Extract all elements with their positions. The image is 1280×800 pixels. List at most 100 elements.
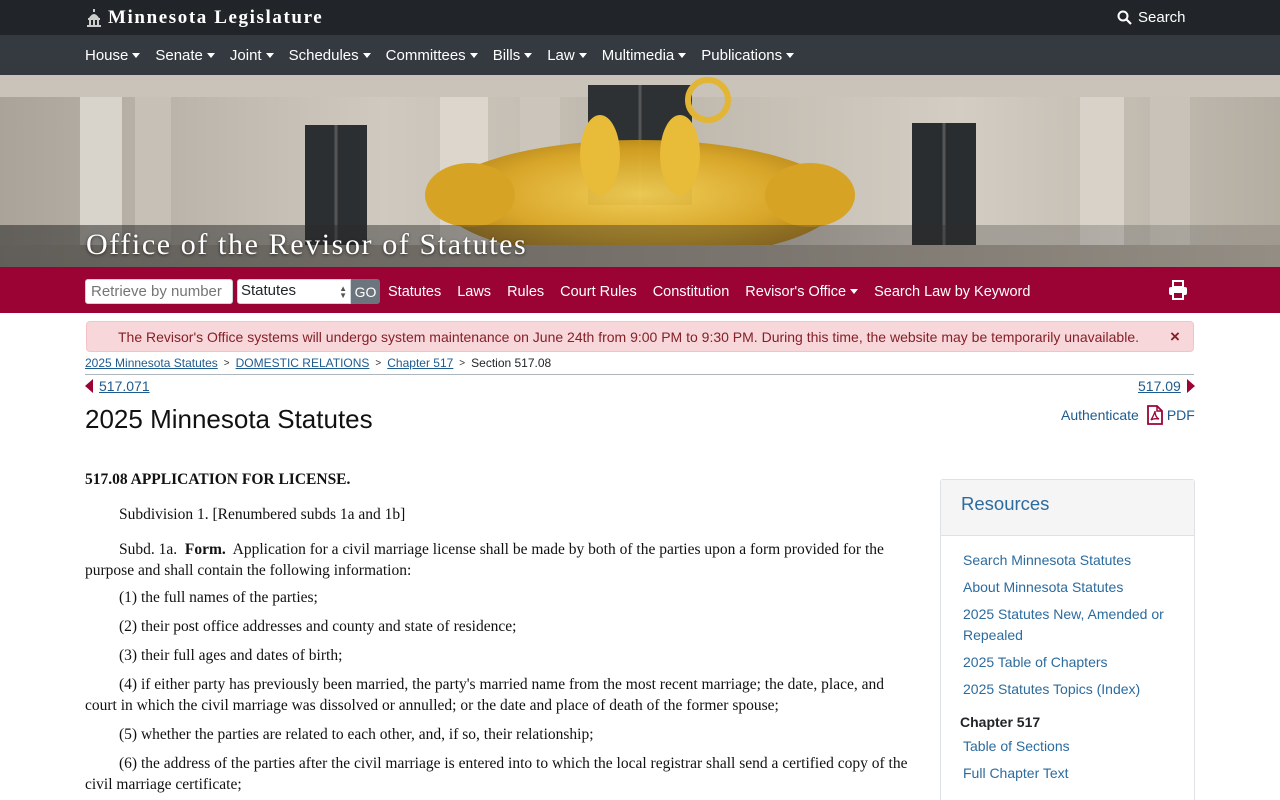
resources-title: Resources (941, 480, 1194, 536)
statute-item: (3) their full ages and dates of birth; (119, 647, 343, 664)
caret-down-icon (578, 52, 587, 58)
resource-link-search[interactable]: Search Minnesota Statutes (963, 550, 1172, 571)
hero-title: Office of the Revisor of Statutes (86, 228, 528, 261)
nav-label: Publications (701, 46, 783, 64)
chapter-heading: Chapter 517 (960, 714, 1041, 730)
nav-label: Multimedia (601, 46, 675, 64)
nav-item-joint[interactable]: Joint (230, 47, 274, 64)
search-icon (1117, 10, 1132, 25)
nav-item-bills[interactable]: Bills (493, 47, 533, 64)
site-brand[interactable]: Minnesota Legislature (86, 6, 323, 30)
capitol-dome-icon (87, 9, 101, 27)
resource-link-about[interactable]: About Minnesota Statutes (963, 577, 1172, 598)
rev-link-label: Revisor's Office (745, 283, 847, 300)
breadcrumb: 2025 Minnesota Statutes > DOMESTIC RELAT… (85, 355, 551, 371)
pdf-file-icon (1146, 405, 1163, 425)
authenticate-link[interactable]: Authenticate (1061, 407, 1139, 423)
section-heading: 517.08 APPLICATION FOR LICENSE. (85, 471, 351, 488)
chevron-right-icon: > (375, 357, 382, 369)
print-icon[interactable] (1168, 280, 1188, 300)
nav-label: Committees (385, 46, 466, 64)
nav-label: Schedules (288, 46, 359, 64)
alert-text: The Revisor's Office systems will underg… (118, 329, 1139, 345)
pdf-link[interactable]: PDF (1146, 405, 1195, 425)
top-bar: Minnesota Legislature Search (0, 0, 1280, 35)
nav-label: Senate (155, 46, 203, 64)
rev-link-court-rules[interactable]: Court Rules (560, 284, 637, 300)
divider (85, 374, 1194, 375)
nav-label: Law (547, 46, 575, 64)
nav-item-schedules[interactable]: Schedules (289, 47, 371, 64)
nav-item-publications[interactable]: Publications (701, 46, 795, 64)
brand-text: Minnesota Legislature (108, 7, 324, 28)
statute-item: (5) whether the parties are related to e… (119, 726, 594, 743)
rev-link-search-law[interactable]: Search Law by Keyword (874, 284, 1030, 300)
arrow-left-icon (85, 379, 93, 393)
rev-link-laws[interactable]: Laws (457, 284, 491, 300)
nav-item-law[interactable]: Law (547, 47, 587, 64)
main-nav: House Senate Joint Schedules Committees … (0, 35, 1280, 75)
statute-text: 517.08 APPLICATION FOR LICENSE. Subdivis… (85, 469, 915, 800)
caret-down-icon (206, 52, 215, 58)
nav-label: Joint (229, 46, 262, 64)
caret-down-icon (362, 52, 371, 58)
caret-down-icon (265, 52, 274, 58)
caret-down-icon (678, 52, 687, 58)
revisor-links: Statutes Laws Rules Court Rules Constitu… (388, 279, 1046, 304)
prev-section-link[interactable]: 517.071 (85, 377, 150, 395)
breadcrumb-item-chapter[interactable]: Chapter 517 (387, 356, 453, 370)
statute-item: (6) the address of the parties after the… (85, 755, 908, 793)
subdivision-1: Subdivision 1. [Renumbered subds 1a and … (119, 506, 406, 523)
resources-panel: Resources Search Minnesota Statutes Abou… (940, 479, 1195, 800)
revisor-bar: Statutes ▲▼ GO Statutes Laws Rules Court… (0, 267, 1280, 313)
page-title: 2025 Minnesota Statutes (85, 404, 373, 434)
statute-type-select[interactable]: Statutes ▲ ▼ (237, 279, 351, 304)
close-icon[interactable]: × (1170, 327, 1180, 347)
breadcrumb-item-statutes[interactable]: 2025 Minnesota Statutes (85, 356, 218, 370)
statute-item: (1) the full names of the parties; (119, 589, 318, 606)
next-section-label: 517.09 (1138, 378, 1181, 394)
document-actions: Authenticate PDF (1061, 404, 1195, 426)
resource-link-topics-index[interactable]: 2025 Statutes Topics (Index) (963, 679, 1172, 700)
resource-link-new-amended[interactable]: 2025 Statutes New, Amended or Repealed (963, 604, 1172, 646)
select-arrows-icon: ▲ ▼ (339, 284, 347, 300)
search-label: Search (1138, 8, 1186, 26)
select-value: Statutes (241, 282, 297, 299)
caret-down-icon (850, 289, 859, 294)
resources-list: Search Minnesota Statutes About Minnesot… (941, 536, 1194, 784)
breadcrumb-item-domestic-relations[interactable]: DOMESTIC RELATIONS (236, 356, 370, 370)
subd-heading: Form. (184, 541, 226, 558)
nav-label: Bills (492, 46, 521, 64)
breadcrumb-current: Section 517.08 (471, 356, 552, 370)
nav-label: House (85, 46, 129, 64)
maintenance-alert: The Revisor's Office systems will underg… (86, 321, 1194, 352)
statute-item: (4) if either party has previously been … (85, 676, 884, 714)
rev-link-rules[interactable]: Rules (507, 284, 544, 300)
rev-link-constitution[interactable]: Constitution (653, 284, 730, 300)
nav-item-house[interactable]: House (85, 46, 141, 64)
pdf-label: PDF (1166, 407, 1195, 423)
statute-item: (2) their post office addresses and coun… (119, 618, 517, 635)
nav-list: House Senate Joint Schedules Committees … (85, 35, 809, 75)
subd-number: Subd. 1a. (119, 541, 178, 558)
nav-item-senate[interactable]: Senate (155, 47, 215, 64)
nav-item-committees[interactable]: Committees (386, 47, 478, 64)
rev-link-statutes[interactable]: Statutes (388, 284, 441, 300)
prev-section-label: 517.071 (99, 378, 150, 394)
caret-down-icon (469, 52, 478, 58)
rev-link-revisors-office[interactable]: Revisor's Office (745, 283, 859, 300)
resource-link-table-of-chapters[interactable]: 2025 Table of Chapters (963, 652, 1172, 673)
subdivision-1a: Subd. 1a. Form. Application for a civil … (85, 539, 915, 581)
chevron-right-icon: > (223, 357, 230, 369)
hero-banner: Office of the Revisor of Statutes (0, 75, 1280, 267)
top-search-button[interactable]: Search (1117, 7, 1186, 27)
go-button[interactable]: GO (351, 279, 380, 304)
chevron-right-icon: > (459, 357, 466, 369)
next-section-link[interactable]: 517.09 (1138, 377, 1195, 395)
nav-item-multimedia[interactable]: Multimedia (602, 47, 687, 64)
caret-down-icon (786, 52, 795, 58)
resource-link-table-of-sections[interactable]: Table of Sections (963, 736, 1172, 757)
arrow-right-icon (1186, 379, 1195, 393)
resource-link-full-chapter[interactable]: Full Chapter Text (963, 763, 1172, 784)
retrieve-by-number-input[interactable] (85, 279, 233, 304)
